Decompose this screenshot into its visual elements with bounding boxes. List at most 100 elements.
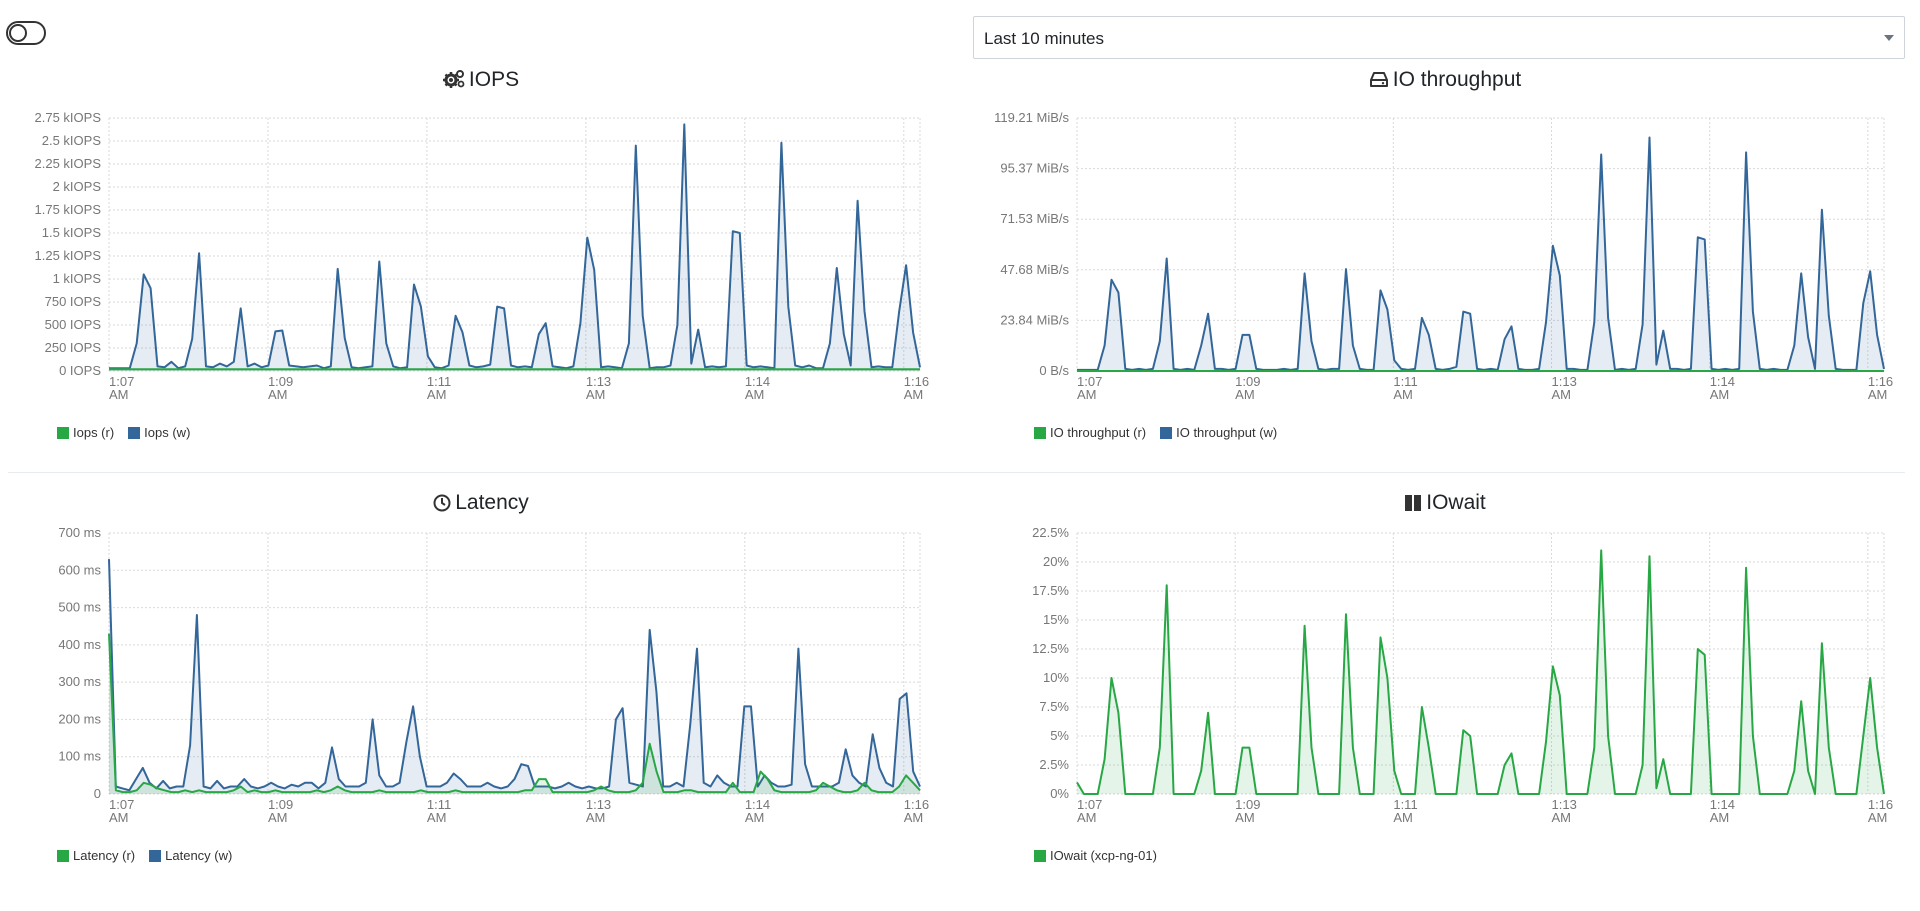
y-tick-label: 200 ms bbox=[58, 711, 101, 726]
x-tick-suffix: AM bbox=[586, 387, 606, 402]
series-area bbox=[109, 559, 920, 794]
y-tick-label: 1.25 kIOPS bbox=[35, 248, 102, 263]
x-tick-suffix: AM bbox=[427, 387, 447, 402]
x-tick-suffix: AM bbox=[745, 810, 765, 825]
y-tick-label: 300 ms bbox=[58, 674, 101, 689]
y-tick-label: 1 kIOPS bbox=[53, 271, 102, 286]
y-tick-label: 12.5% bbox=[1032, 641, 1069, 656]
chart-svg: 22.5%20%17.5%15%12.5%10%7.5%5%2.5%0%1:07… bbox=[1032, 525, 1893, 825]
legend-swatch bbox=[57, 849, 69, 862]
y-tick-label: 0% bbox=[1050, 786, 1069, 801]
legend-item-throughput-w[interactable]: IO throughput (w) bbox=[1160, 425, 1277, 440]
y-tick-label: 0 IOPS bbox=[59, 363, 101, 378]
y-tick-label: 500 ms bbox=[58, 600, 101, 615]
y-tick-label: 600 ms bbox=[58, 562, 101, 577]
legend-swatch bbox=[1034, 426, 1046, 439]
x-tick-suffix: AM bbox=[1552, 387, 1572, 402]
iops-legend: Iops (r) Iops (w) bbox=[57, 425, 190, 440]
legend-label: Latency (r) bbox=[73, 848, 136, 863]
series-line bbox=[1077, 136, 1885, 371]
x-tick-suffix: AM bbox=[586, 810, 606, 825]
latency-legend: Latency (r) Latency (w) bbox=[57, 848, 232, 863]
legend-label: Latency (w) bbox=[165, 848, 233, 863]
legend-swatch bbox=[57, 426, 69, 439]
x-tick-suffix: AM bbox=[109, 810, 129, 825]
y-tick-label: 15% bbox=[1043, 612, 1069, 627]
y-tick-label: 2.5 kIOPS bbox=[42, 133, 102, 148]
y-tick-label: 22.5% bbox=[1032, 525, 1069, 540]
toggle-knob bbox=[9, 24, 27, 42]
legend-label: IO throughput (r) bbox=[1050, 425, 1147, 440]
y-tick-label: 700 ms bbox=[58, 525, 101, 540]
x-tick-suffix: AM bbox=[745, 387, 765, 402]
y-tick-label: 1.5 kIOPS bbox=[42, 225, 102, 240]
y-tick-label: 47.68 MiB/s bbox=[1000, 262, 1069, 277]
legend-swatch bbox=[1160, 426, 1173, 439]
x-tick-suffix: AM bbox=[1077, 387, 1097, 402]
legend-item-iowait[interactable]: IOwait (xcp-ng-01) bbox=[1034, 848, 1157, 863]
x-tick-suffix: AM bbox=[1235, 387, 1255, 402]
time-range-select[interactable]: Last 10 minutes bbox=[973, 16, 1905, 59]
series-area bbox=[1077, 550, 1884, 794]
x-tick-suffix: AM bbox=[268, 387, 288, 402]
chart-svg: 119.21 MiB/s 95.37 MiB/s 71.53 MiB/s 47.68 … bbox=[994, 110, 1893, 402]
x-tick-suffix: AM bbox=[268, 810, 288, 825]
series-line bbox=[1076, 549, 1885, 795]
x-tick-suffix: AM bbox=[904, 387, 924, 402]
y-tick-label: 0 B/s bbox=[1039, 363, 1069, 378]
legend-label: Iops (r) bbox=[73, 425, 115, 440]
y-tick-label: 20% bbox=[1043, 554, 1069, 569]
x-tick-suffix: AM bbox=[904, 810, 924, 825]
y-tick-label: 2.75 kIOPS bbox=[35, 110, 102, 125]
y-tick-label: 10% bbox=[1043, 670, 1069, 685]
legend-item-iops-w[interactable]: Iops (w) bbox=[128, 425, 190, 440]
legend-item-throughput-r[interactable]: IO throughput (r) bbox=[1034, 425, 1146, 440]
chart-svg: 2.75 kIOPS 2.5 kIOPS 2.25 kIOPS 2 kIOPS 1.75… bbox=[35, 110, 930, 402]
legend-swatch bbox=[149, 849, 162, 862]
throughput-panel: IO throughput IO throughput (r) IO throu… bbox=[970, 68, 1920, 488]
y-tick-label: 250 IOPS bbox=[45, 340, 102, 355]
legend-item-latency-r[interactable]: Latency (r) bbox=[57, 848, 135, 863]
x-tick-suffix: AM bbox=[1710, 810, 1730, 825]
chevron-down-icon bbox=[1884, 35, 1894, 41]
view-toggle[interactable] bbox=[6, 21, 46, 45]
y-tick-label: 23.84 MiB/s bbox=[1000, 312, 1069, 327]
x-tick-suffix: AM bbox=[109, 387, 129, 402]
y-tick-label: 0 bbox=[94, 786, 101, 801]
series-line bbox=[109, 123, 921, 370]
legend-swatch bbox=[1034, 849, 1046, 862]
y-tick-label: 1.75 kIOPS bbox=[35, 202, 102, 217]
x-tick-suffix: AM bbox=[1393, 810, 1413, 825]
y-tick-label: 119.21 MiB/s bbox=[994, 110, 1069, 125]
iops-panel: IOPS Iops (r) Iops (w) 2.75 kIOPS 2.5 kIO… bbox=[6, 68, 956, 488]
y-tick-label: 5% bbox=[1050, 728, 1069, 743]
time-range-value: Last 10 minutes bbox=[984, 29, 1105, 48]
y-tick-label: 7.5% bbox=[1039, 699, 1069, 714]
x-tick-suffix: AM bbox=[1710, 387, 1730, 402]
legend-item-latency-w[interactable]: Latency (w) bbox=[149, 848, 232, 863]
y-tick-label: 2 kIOPS bbox=[53, 179, 102, 194]
legend-label: IOwait (xcp-ng-01) bbox=[1050, 848, 1157, 863]
x-tick-suffix: AM bbox=[427, 810, 447, 825]
y-tick-label: 750 IOPS bbox=[45, 294, 102, 309]
latency-panel: Latency Latency (r) Latency (w) 700 ms 60… bbox=[6, 491, 956, 911]
y-tick-label: 71.53 MiB/s bbox=[1000, 211, 1069, 226]
x-tick-suffix: AM bbox=[1868, 387, 1888, 402]
series-area bbox=[109, 124, 920, 372]
y-tick-label: 100 ms bbox=[58, 749, 101, 764]
chart-svg: 700 ms 600 ms 500 ms 400 ms 300 ms 200 ms 100 … bbox=[58, 525, 929, 825]
y-tick-label: 2.5% bbox=[1039, 757, 1069, 772]
iowait-panel: IOwait IOwait (xcp-ng-01) 22.5% 20% 17.5% 1… bbox=[970, 491, 1920, 911]
x-tick-suffix: AM bbox=[1868, 810, 1888, 825]
iowait-legend: IOwait (xcp-ng-01) bbox=[1034, 848, 1157, 863]
throughput-legend: IO throughput (r) IO throughput (w) bbox=[1034, 425, 1277, 440]
y-tick-label: 17.5% bbox=[1032, 583, 1069, 598]
legend-swatch bbox=[128, 426, 141, 439]
legend-item-iops-r[interactable]: Iops (r) bbox=[57, 425, 114, 440]
y-tick-label: 400 ms bbox=[58, 637, 101, 652]
x-tick-suffix: AM bbox=[1552, 810, 1572, 825]
y-tick-label: 500 IOPS bbox=[45, 317, 102, 332]
legend-label: IO throughput (w) bbox=[1176, 425, 1278, 440]
x-tick-suffix: AM bbox=[1077, 810, 1097, 825]
y-tick-label: 2.25 kIOPS bbox=[35, 156, 102, 171]
